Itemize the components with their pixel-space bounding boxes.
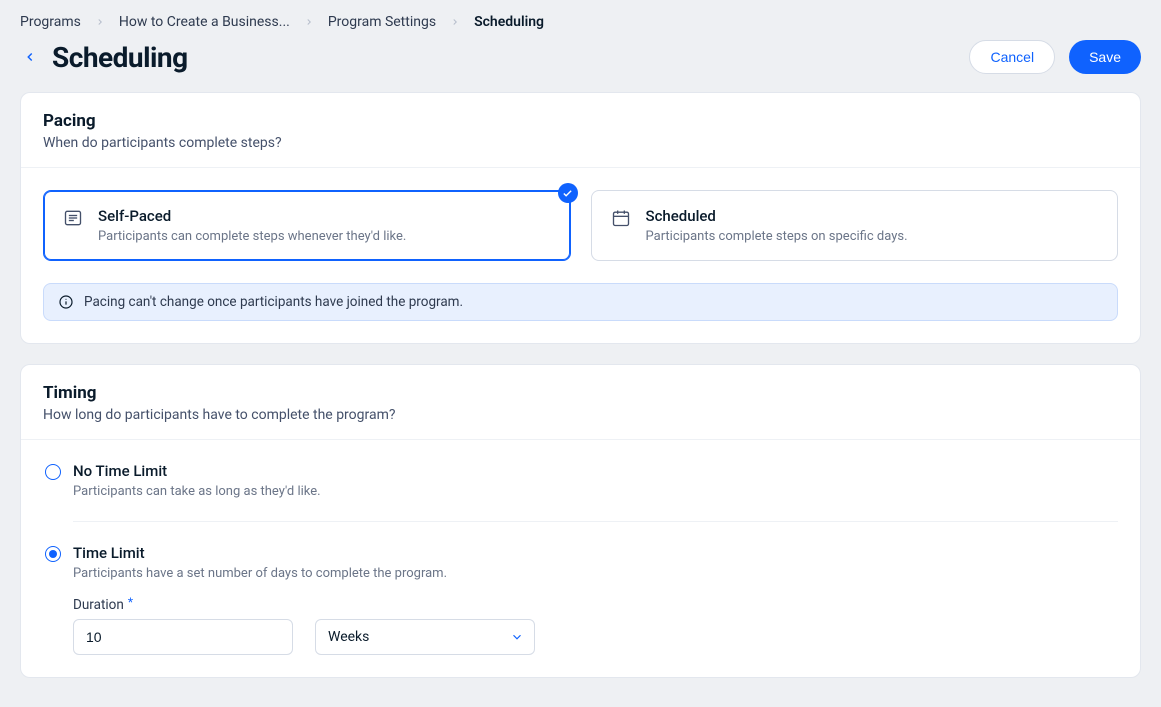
pacing-option-title: Self-Paced xyxy=(98,207,552,225)
list-icon xyxy=(62,207,84,229)
pacing-info-text: Pacing can't change once participants ha… xyxy=(84,294,463,310)
timing-option-title: No Time Limit xyxy=(73,462,321,480)
pacing-option-desc: Participants complete steps on specific … xyxy=(646,229,1100,244)
timing-title: Timing xyxy=(43,383,1118,403)
calendar-icon xyxy=(610,207,632,229)
breadcrumb-item-program[interactable]: How to Create a Business... xyxy=(119,14,290,30)
timing-option-no-limit[interactable]: No Time Limit Participants can take as l… xyxy=(45,462,1118,499)
timing-option-time-limit[interactable]: Time Limit Participants have a set numbe… xyxy=(45,544,1118,581)
timing-subtitle: How long do participants have to complet… xyxy=(43,407,1118,423)
breadcrumb-item-programs[interactable]: Programs xyxy=(20,14,81,30)
duration-input[interactable] xyxy=(73,619,293,655)
breadcrumb-item-settings[interactable]: Program Settings xyxy=(328,14,436,30)
pacing-panel: Pacing When do participants complete ste… xyxy=(20,92,1141,344)
save-button[interactable]: Save xyxy=(1069,40,1141,74)
timing-panel: Timing How long do participants have to … xyxy=(20,364,1141,678)
pacing-option-title: Scheduled xyxy=(646,207,1100,225)
timing-option-desc: Participants can take as long as they'd … xyxy=(73,484,321,499)
required-indicator: * xyxy=(128,595,133,609)
pacing-info-banner: Pacing can't change once participants ha… xyxy=(43,283,1118,321)
page-title: Scheduling xyxy=(52,41,188,74)
breadcrumb-item-current: Scheduling xyxy=(474,14,544,30)
divider xyxy=(73,521,1118,522)
page-header: Scheduling Cancel Save xyxy=(0,30,1161,92)
radio-icon xyxy=(45,546,61,562)
duration-unit-select[interactable]: Weeks xyxy=(315,619,535,655)
breadcrumb: Programs How to Create a Business... Pro… xyxy=(0,0,1161,30)
chevron-right-icon xyxy=(304,17,314,27)
chevron-down-icon xyxy=(509,629,525,645)
chevron-left-icon xyxy=(23,50,37,64)
pacing-subtitle: When do participants complete steps? xyxy=(43,135,1118,151)
cancel-button[interactable]: Cancel xyxy=(969,40,1055,74)
pacing-option-desc: Participants can complete steps whenever… xyxy=(98,229,552,244)
radio-icon xyxy=(45,464,61,480)
duration-label: Duration* xyxy=(73,597,1118,613)
pacing-option-self-paced[interactable]: Self-Paced Participants can complete ste… xyxy=(43,190,571,261)
chevron-right-icon xyxy=(95,17,105,27)
check-icon xyxy=(558,183,578,203)
chevron-right-icon xyxy=(450,17,460,27)
pacing-option-scheduled[interactable]: Scheduled Participants complete steps on… xyxy=(591,190,1119,261)
pacing-title: Pacing xyxy=(43,111,1118,131)
timing-option-title: Time Limit xyxy=(73,544,447,562)
info-icon xyxy=(58,294,74,310)
timing-option-desc: Participants have a set number of days t… xyxy=(73,566,447,581)
back-button[interactable] xyxy=(20,47,40,67)
